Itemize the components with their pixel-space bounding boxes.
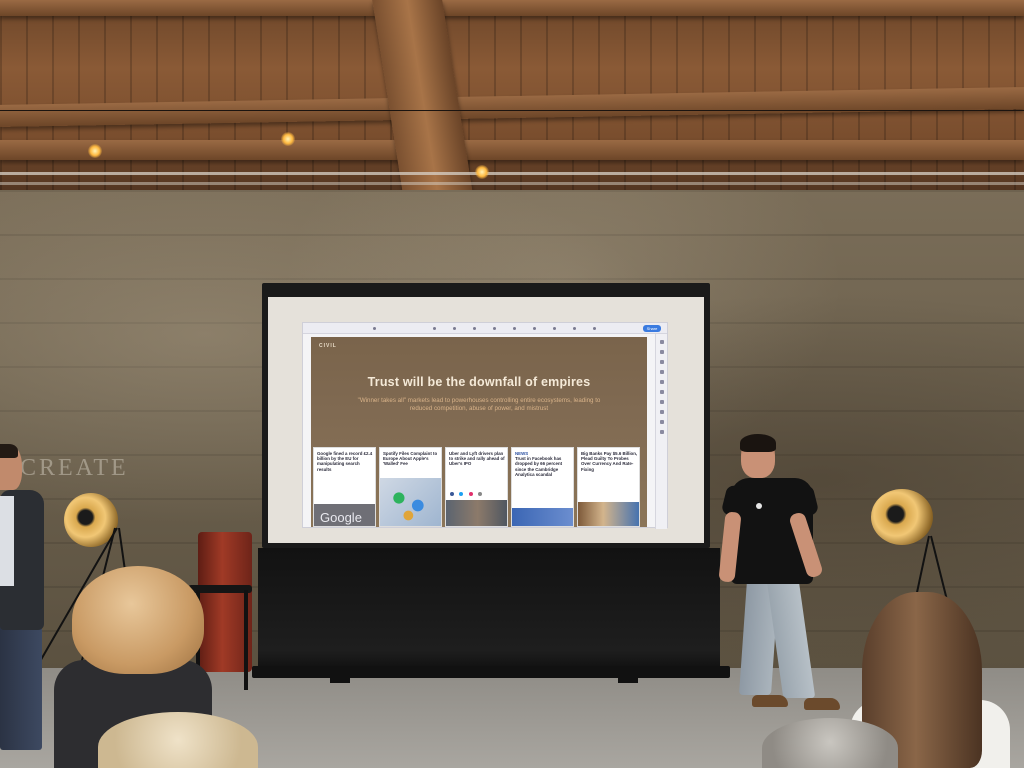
share-icon bbox=[468, 492, 473, 496]
toolbar-icon bbox=[493, 327, 496, 330]
news-card: Uber and Lyft drivers plan to strike and… bbox=[445, 447, 508, 527]
news-card-title: Uber and Lyft drivers plan to strike and… bbox=[449, 451, 505, 467]
speaker-hair bbox=[740, 434, 776, 452]
projected-browser-window: Share CIVIL Trust will be the downfall o… bbox=[302, 322, 668, 529]
news-card-image bbox=[578, 502, 639, 526]
projector-screen-case bbox=[258, 548, 720, 676]
sidebar-icon bbox=[660, 400, 664, 404]
facebook-icon bbox=[450, 492, 454, 496]
sidebar-icon bbox=[660, 410, 664, 414]
sidebar-icon bbox=[660, 430, 664, 434]
string-lights-wire bbox=[0, 110, 1024, 111]
left-man-shirt bbox=[0, 496, 14, 586]
share-button: Share bbox=[643, 325, 661, 332]
twitter-icon bbox=[459, 492, 464, 496]
protest-image bbox=[446, 500, 507, 526]
toolbar-icon bbox=[553, 327, 556, 330]
news-card-title: Spotify Files Complaint to Europe About … bbox=[383, 451, 438, 467]
news-card: Google fined a record £2.4 billion by th… bbox=[313, 447, 376, 527]
light-bulb-icon bbox=[88, 144, 102, 158]
news-card-title: Google fined a record £2.4 billion by th… bbox=[317, 451, 373, 472]
ceiling-pipe bbox=[0, 172, 1024, 175]
news-card: Big Banks Pay $5.6 Billion, Plead Guilty… bbox=[577, 447, 640, 527]
toolbar-icon bbox=[513, 327, 516, 330]
sidebar-icon bbox=[660, 360, 664, 364]
google-logo: Google bbox=[320, 510, 362, 525]
toolbar-icon bbox=[373, 327, 376, 330]
screen-foot bbox=[618, 678, 638, 683]
sidebar-icon bbox=[660, 390, 664, 394]
news-card-image bbox=[512, 508, 573, 526]
slide-title: Trust will be the downfall of empires bbox=[367, 375, 591, 389]
news-card-headline: Trust in Facebook has dropped by 66 perc… bbox=[515, 456, 563, 477]
slide-logo: CIVIL bbox=[319, 343, 337, 349]
speaker-shoe bbox=[752, 695, 788, 707]
toolbar-icon bbox=[433, 327, 436, 330]
news-card: Spotify Files Complaint to Europe About … bbox=[379, 447, 442, 527]
ceiling-beam bbox=[0, 140, 1024, 160]
screen-foot bbox=[330, 678, 350, 683]
left-man-hair bbox=[0, 444, 18, 458]
toolbar-icon bbox=[473, 327, 476, 330]
news-cards: Google fined a record £2.4 billion by th… bbox=[313, 447, 645, 527]
speaker-shoe bbox=[804, 698, 840, 710]
sidebar-icon bbox=[660, 380, 664, 384]
projected-sidebar bbox=[655, 334, 667, 529]
sidebar-icon bbox=[660, 420, 664, 424]
ceiling-pipe bbox=[0, 182, 1024, 185]
stool-leg bbox=[244, 590, 248, 690]
toolbar-icon bbox=[453, 327, 456, 330]
shirt-logo-icon bbox=[756, 503, 762, 509]
sidebar-icon bbox=[660, 340, 664, 344]
toolbar-icon bbox=[573, 327, 576, 330]
toolbar-icon bbox=[593, 327, 596, 330]
news-card-title: NEWS Trust in Facebook has dropped by 66 … bbox=[515, 451, 572, 477]
sidebar-icon bbox=[660, 350, 664, 354]
light-bulb-icon bbox=[281, 132, 295, 146]
mail-icon bbox=[478, 492, 483, 496]
projected-toolbar: Share bbox=[303, 323, 667, 334]
light-bulb-icon bbox=[475, 165, 489, 179]
app-icons-image bbox=[380, 478, 441, 526]
news-card-title: Big Banks Pay $5.6 Billion, Plead Guilty… bbox=[581, 451, 638, 472]
wall-sign: CREATE bbox=[20, 455, 129, 481]
news-card: NEWS Trust in Facebook has dropped by 66 … bbox=[511, 447, 574, 527]
toolbar-icon bbox=[533, 327, 536, 330]
audience-member-blonde-hair bbox=[72, 566, 204, 674]
share-icons bbox=[450, 483, 483, 501]
spotlight-lamp-icon bbox=[871, 489, 933, 545]
sidebar-icon bbox=[660, 370, 664, 374]
slide-subtitle: "Winner takes all" markets lead to power… bbox=[357, 397, 601, 412]
presentation-slide: CIVIL Trust will be the downfall of empi… bbox=[311, 337, 647, 527]
projector-screen-base bbox=[252, 666, 730, 678]
ceiling-beam bbox=[0, 0, 1024, 16]
